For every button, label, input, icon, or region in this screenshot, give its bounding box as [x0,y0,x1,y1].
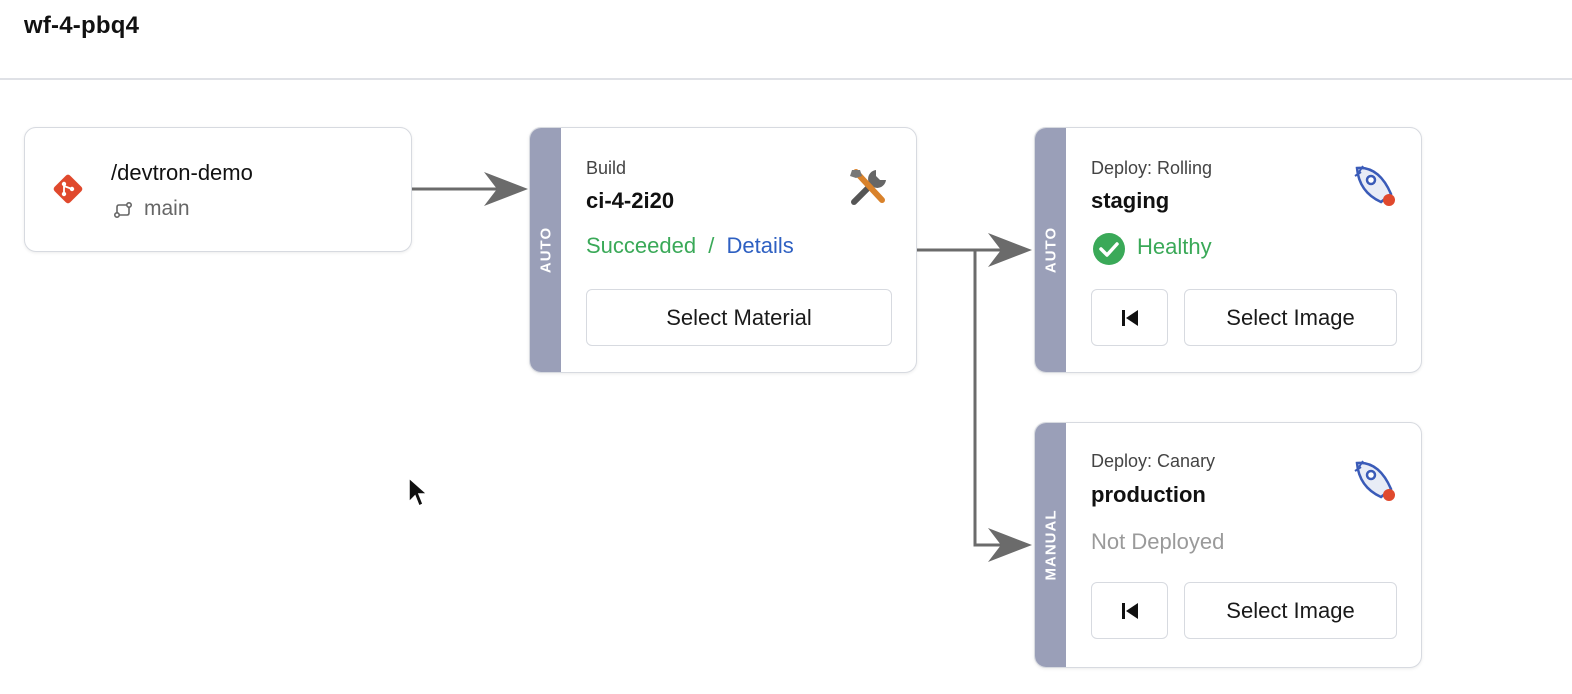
status-separator: / [708,233,715,258]
node-name: ci-4-2i20 [586,188,675,213]
details-link[interactable]: Details [726,233,793,258]
node-type: Deploy: Rolling [1091,158,1213,178]
node-type: Build [586,158,627,178]
branch-icon [113,200,133,225]
workflow-title: wf-4-pbq4 [24,12,140,39]
repo-name: /devtron-demo [111,160,253,185]
rocket-icon [1349,457,1399,510]
rollback-icon [1121,309,1138,326]
workflow-header: wf-4-pbq4 [0,0,1572,80]
tools-icon [846,166,892,213]
build-status-line: Succeeded / Details [586,233,794,259]
trigger-label: AUTO [1042,226,1059,274]
deploy-status: Healthy [1137,234,1212,259]
git-icon [51,172,85,211]
deploy-production-node[interactable]: MANUAL Deploy: Canary production Not Dep… [1034,422,1422,668]
select-image-button[interactable]: Select Image [1184,289,1397,346]
mouse-cursor-icon [407,476,429,513]
check-circle-icon [1092,232,1126,271]
trigger-bar: MANUAL [1035,423,1066,667]
build-node[interactable]: AUTO Build ci-4-2i20 Succeeded / Details… [529,127,917,373]
source-node[interactable]: /devtron-demo main [24,127,412,252]
node-name: production [1091,482,1206,507]
workflow-canvas: /devtron-demo main AUTO Build ci-4-2i20 [0,80,1572,694]
node-name: staging [1091,188,1170,213]
connector-build-production [973,250,1020,547]
node-type: Deploy: Canary [1091,451,1216,471]
select-material-button[interactable]: Select Material [586,289,892,346]
trigger-label: MANUAL [1042,509,1059,581]
rollback-button[interactable] [1091,289,1168,346]
deploy-status: Not Deployed [1091,529,1225,554]
deploy-staging-node[interactable]: AUTO Deploy: Rolling staging Healthy Sel… [1034,127,1422,373]
branch-name: main [144,197,190,220]
trigger-label: AUTO [537,226,554,274]
rocket-icon [1349,162,1399,215]
build-status: Succeeded [586,233,697,258]
rollback-button[interactable] [1091,582,1168,639]
trigger-bar: AUTO [530,128,561,372]
select-image-button[interactable]: Select Image [1184,582,1397,639]
rollback-icon [1121,602,1138,619]
trigger-bar: AUTO [1035,128,1066,372]
